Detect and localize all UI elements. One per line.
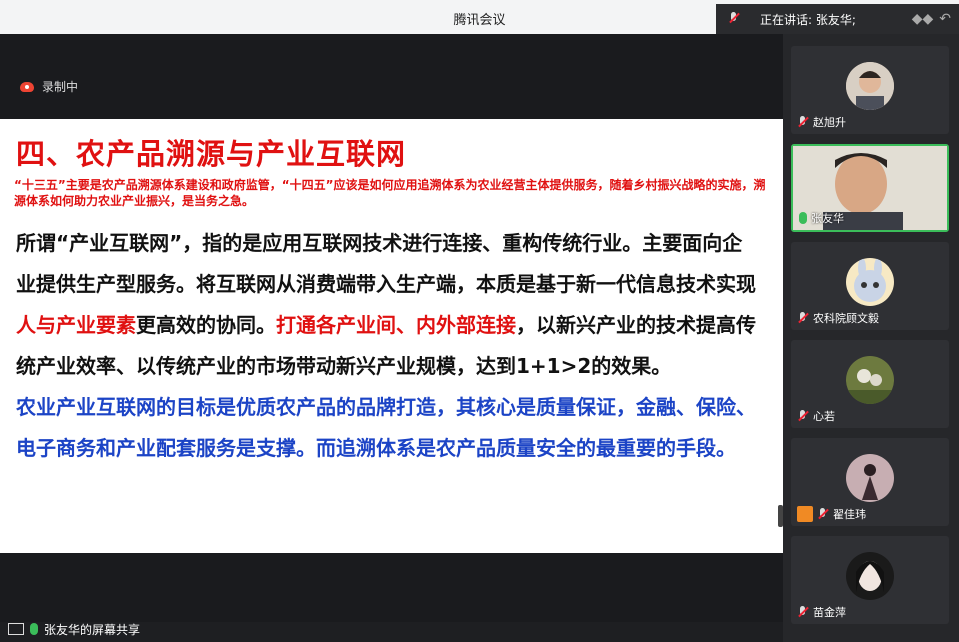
mic-muted-icon	[797, 410, 809, 422]
presentation-slide: 四、农产品溯源与产业互联网 “十三五”主要是农产品溯源体系建设和政府监管，“十四…	[0, 119, 783, 553]
participant-tile[interactable]: 农科院顾文毅	[791, 242, 949, 330]
p1-highlight-a: 人与产业要素	[16, 313, 136, 337]
avatar	[846, 62, 894, 110]
participant-panel: 赵旭升 张友华 农科院顾文毅 心若 翟佳玮 苗金萍	[783, 34, 959, 642]
p1-highlight-b: 打通各产业间、内外部连接	[276, 313, 516, 337]
mic-muted-icon	[817, 508, 829, 520]
mic-live-icon	[799, 212, 807, 224]
slide-heading: 四、农产品溯源与产业互联网	[16, 137, 407, 171]
exit-fullscreen-icon[interactable]: ↶	[939, 11, 951, 27]
participant-tile[interactable]: 赵旭升	[791, 46, 949, 134]
screen-share-icon	[8, 623, 24, 635]
cloud-record-icon	[20, 81, 34, 92]
fold-panel-icon[interactable]: ◆◆	[912, 11, 934, 27]
speaking-indicator: 正在讲话: 张友华; ◆◆ ↶	[716, 4, 959, 34]
avatar	[846, 552, 894, 600]
participant-name: 翟佳玮	[833, 508, 866, 521]
paragraph-2: 农业产业互联网的目标是优质农产品的品牌打造，其核心是质量保证，金融、保险、电子商…	[16, 395, 756, 460]
mic-muted-icon	[728, 12, 742, 26]
slide-body: 所谓“产业互联网”，指的是应用互联网技术进行连接、重构传统行业。主要面向企业提供…	[16, 223, 756, 469]
participant-tile[interactable]: 翟佳玮	[791, 438, 949, 526]
recording-indicator[interactable]: 录制中	[20, 78, 78, 95]
mic-live-icon	[30, 623, 38, 635]
p1-text-a: 所谓“产业互联网”，指的是应用互联网技术进行连接、重构传统行业。主要面向企业提供…	[16, 231, 756, 296]
mic-muted-icon	[797, 606, 809, 618]
mic-muted-icon	[797, 312, 809, 324]
participant-name: 赵旭升	[813, 116, 846, 129]
speaking-label: 正在讲话: 张友华;	[760, 12, 856, 27]
avatar	[846, 258, 894, 306]
participant-tile[interactable]: 心若	[791, 340, 949, 428]
avatar	[846, 454, 894, 502]
p1-text-b: 更高效的协同。	[136, 313, 276, 337]
person-icon	[797, 506, 813, 522]
participant-name: 心若	[813, 410, 835, 423]
participant-name: 张友华	[811, 212, 844, 225]
paragraph-1: 所谓“产业互联网”，指的是应用互联网技术进行连接、重构传统行业。主要面向企业提供…	[16, 223, 756, 387]
participant-name: 苗金萍	[813, 606, 846, 619]
screen-share-bar: 张友华的屏幕共享	[0, 616, 783, 642]
participant-tile[interactable]: 苗金萍	[791, 536, 949, 624]
participant-tile-active[interactable]: 张友华	[791, 144, 949, 232]
participant-name: 农科院顾文毅	[813, 312, 879, 325]
screen-share-label: 张友华的屏幕共享	[44, 622, 141, 637]
mic-muted-icon	[797, 116, 809, 128]
recording-label: 录制中	[42, 80, 79, 94]
slide-note: “十三五”主要是农产品溯源体系建设和政府监管，“十四五”应该是如何应用追溯体系为…	[14, 178, 766, 208]
avatar	[846, 356, 894, 404]
